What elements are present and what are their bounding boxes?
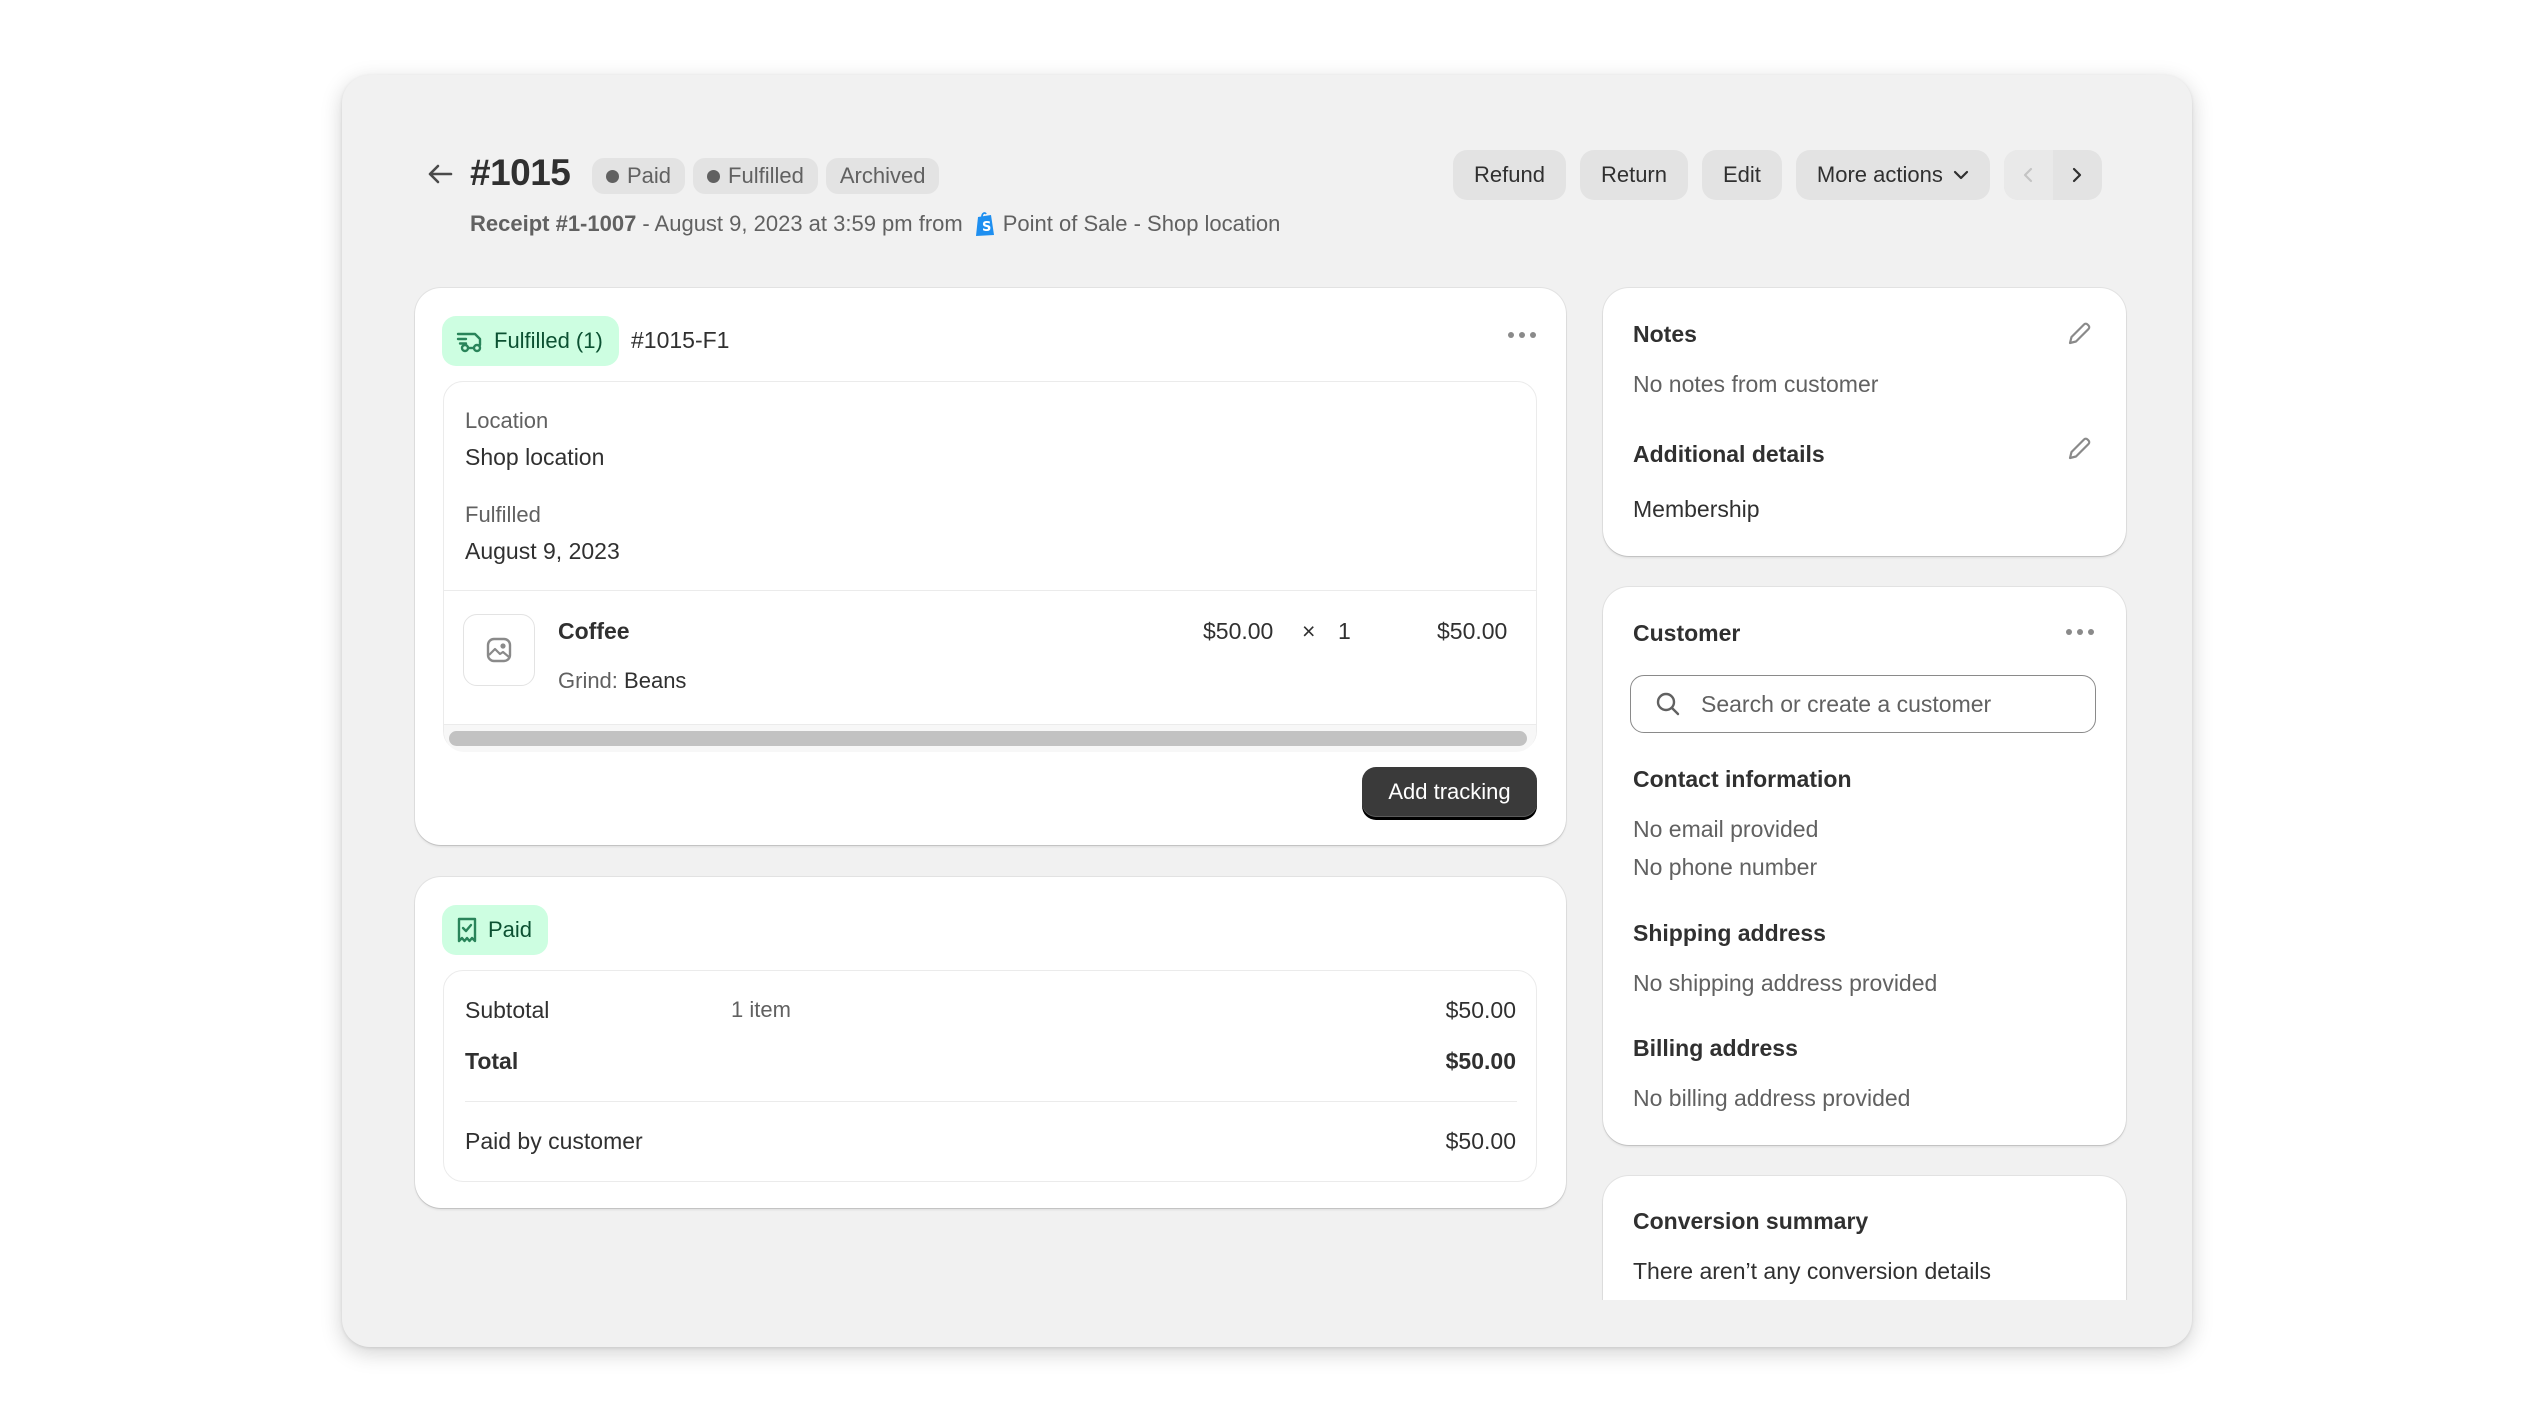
dot-icon bbox=[1519, 332, 1525, 338]
line-item-quantity: 1 bbox=[1338, 618, 1351, 644]
notes-title: Notes bbox=[1633, 321, 1697, 347]
previous-order-button[interactable] bbox=[2003, 150, 2053, 200]
fulfillment-id: #1015-F1 bbox=[631, 327, 730, 353]
subtotal-label: Subtotal bbox=[465, 997, 550, 1023]
search-icon bbox=[1656, 692, 1680, 716]
order-pagination bbox=[2003, 150, 2102, 200]
customer-search-input[interactable] bbox=[1701, 690, 2071, 718]
more-actions-label: More actions bbox=[1816, 162, 1943, 187]
line-item-total: $50.00 bbox=[1437, 618, 1508, 644]
edit-additional-details-button[interactable] bbox=[2063, 433, 2095, 465]
paid-by-customer-value: $50.00 bbox=[1445, 1128, 1516, 1154]
subtotal-value: $50.00 bbox=[1445, 997, 1516, 1023]
arrow-left-icon bbox=[428, 164, 453, 184]
pencil-icon bbox=[2068, 322, 2091, 345]
receipt-number: Receipt #1-1007 bbox=[470, 211, 637, 236]
additional-details-text: Membership bbox=[1633, 496, 1760, 522]
line-item-name[interactable]: Coffee bbox=[558, 618, 630, 645]
badge-label: Fulfilled bbox=[728, 163, 804, 188]
dot-icon bbox=[2077, 629, 2083, 635]
edit-button[interactable]: Edit bbox=[1702, 150, 1782, 200]
line-item-variant: Grind: Beans bbox=[558, 668, 686, 694]
notes-text: No notes from customer bbox=[1633, 371, 1879, 397]
badge-label: Paid bbox=[627, 163, 672, 188]
fulfilled-status-badge: Fulfilled (1) bbox=[442, 316, 619, 366]
location-value: Shop location bbox=[465, 444, 605, 470]
total-value: $50.00 bbox=[1445, 1048, 1516, 1074]
status-dot-icon bbox=[606, 169, 619, 183]
fulfilled-date: August 9, 2023 bbox=[465, 538, 620, 564]
page-actions: Refund Return Edit More actions bbox=[1453, 150, 2102, 200]
status-badges: Paid Fulfilled Archived bbox=[592, 158, 940, 194]
shipping-address-text: No shipping address provided bbox=[1633, 970, 1938, 996]
shipping-address-title: Shipping address bbox=[1633, 920, 1826, 946]
shopify-bag-icon: S bbox=[975, 211, 995, 237]
status-dot-icon bbox=[707, 169, 721, 183]
paid-status-badge: Paid bbox=[442, 905, 549, 955]
product-thumbnail bbox=[463, 614, 535, 686]
customer-more-button[interactable] bbox=[2060, 617, 2100, 647]
scrollbar-thumb[interactable] bbox=[449, 731, 1527, 746]
conversion-card-viewport: Conversion summary There aren’t any conv… bbox=[1590, 1170, 2150, 1300]
conversion-summary-text: There aren’t any conversion details bbox=[1633, 1258, 1991, 1284]
paid-by-customer-label: Paid by customer bbox=[465, 1128, 643, 1154]
divider bbox=[465, 1101, 1517, 1102]
dot-icon bbox=[2066, 629, 2072, 635]
email-text: No email provided bbox=[1633, 816, 1819, 842]
refund-button[interactable]: Refund bbox=[1453, 150, 1566, 200]
truck-icon bbox=[456, 332, 482, 353]
order-date: - August 9, 2023 at 3:59 pm from bbox=[642, 211, 963, 236]
conversion-summary-title: Conversion summary bbox=[1633, 1208, 1869, 1234]
more-actions-button[interactable]: More actions bbox=[1795, 150, 1990, 200]
edit-notes-button[interactable] bbox=[2063, 318, 2095, 350]
billing-address-title: Billing address bbox=[1633, 1035, 1798, 1061]
svg-text:S: S bbox=[982, 220, 991, 235]
phone-text: No phone number bbox=[1633, 854, 1818, 880]
order-subtitle: Receipt #1-1007 - August 9, 2023 at 3:59… bbox=[470, 211, 1280, 237]
back-button[interactable] bbox=[422, 156, 458, 192]
location-label: Location bbox=[465, 408, 549, 433]
billing-address-text: No billing address provided bbox=[1633, 1085, 1911, 1111]
total-label: Total bbox=[465, 1048, 519, 1074]
additional-details-title: Additional details bbox=[1633, 441, 1825, 467]
order-source: Point of Sale - Shop location bbox=[1002, 211, 1281, 236]
customer-title: Customer bbox=[1633, 620, 1741, 646]
fulfilled-status-label: Fulfilled (1) bbox=[494, 328, 603, 353]
next-order-button[interactable] bbox=[2053, 150, 2102, 200]
add-tracking-button[interactable]: Add tracking bbox=[1362, 767, 1537, 817]
badge-label: Archived bbox=[839, 163, 926, 188]
chevron-left-icon bbox=[2024, 167, 2033, 183]
horizontal-scrollbar[interactable] bbox=[444, 724, 1536, 752]
receipt-check-icon bbox=[457, 917, 477, 943]
page-title: #1015 bbox=[470, 152, 571, 193]
variant-label: Grind: bbox=[558, 668, 618, 693]
line-item-times: × bbox=[1302, 618, 1316, 644]
line-item-unit-price: $50.00 bbox=[1203, 618, 1274, 644]
pencil-icon bbox=[2068, 437, 2091, 460]
contact-information-title: Contact information bbox=[1633, 766, 1852, 792]
divider bbox=[444, 590, 1536, 591]
customer-search-field[interactable] bbox=[1630, 675, 2096, 733]
status-badge-archived: Archived bbox=[825, 158, 940, 194]
return-button[interactable]: Return bbox=[1579, 150, 1688, 200]
dot-icon bbox=[1530, 332, 1536, 338]
status-badge-paid: Paid bbox=[592, 158, 686, 194]
fulfillment-more-button[interactable] bbox=[1502, 320, 1542, 350]
subtotal-items: 1 item bbox=[731, 997, 791, 1022]
variant-value: Beans bbox=[624, 668, 687, 693]
fulfilled-label: Fulfilled bbox=[465, 502, 541, 527]
chevron-down-icon bbox=[1953, 170, 1968, 180]
status-badge-fulfilled: Fulfilled bbox=[693, 158, 818, 194]
dot-icon bbox=[1508, 332, 1514, 338]
chevron-right-icon bbox=[2073, 167, 2082, 183]
paid-status-label: Paid bbox=[488, 917, 533, 942]
image-placeholder-icon bbox=[486, 637, 512, 663]
dot-icon bbox=[2088, 629, 2094, 635]
fulfillment-details bbox=[443, 381, 1537, 751]
